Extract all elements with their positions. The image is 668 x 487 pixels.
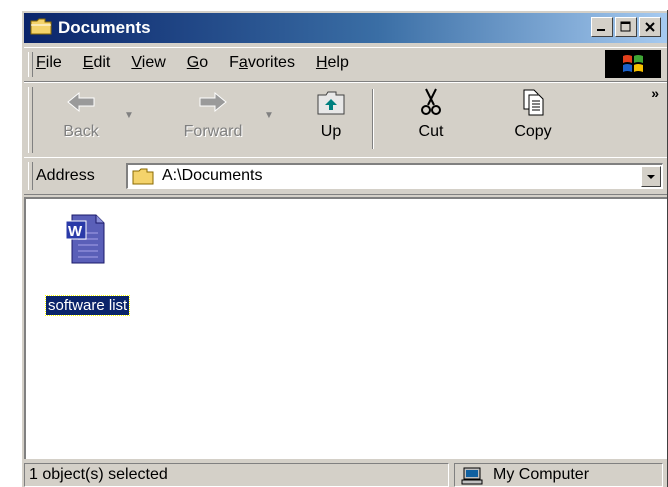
my-computer-icon <box>461 467 483 487</box>
up-label: Up <box>320 123 342 140</box>
file-list-view[interactable]: W software list <box>24 197 667 459</box>
address-folder-icon <box>132 167 154 189</box>
address-input[interactable]: A:\Documents <box>126 163 663 189</box>
toolbar-separator <box>372 89 374 149</box>
zone-label: My Computer <box>493 466 590 483</box>
forward-dropdown-icon[interactable]: ▼ <box>264 110 274 121</box>
address-value: A:\Documents <box>162 167 263 184</box>
forward-arrow-icon <box>199 91 227 113</box>
title-bar[interactable]: Documents <box>24 13 667 43</box>
minimize-icon <box>597 29 605 31</box>
maximize-button[interactable] <box>615 17 637 37</box>
svg-text:W: W <box>68 223 83 240</box>
cut-button[interactable]: Cut <box>411 87 451 141</box>
standard-toolbar: Back ▼ Forward ▼ Up Cut Copy » <box>24 82 667 158</box>
copy-label: Copy <box>514 123 552 140</box>
menu-file[interactable]: File <box>36 54 62 72</box>
status-zone: My Computer <box>454 463 663 487</box>
address-bar: Address A:\Documents <box>24 157 667 195</box>
toolbar-chevron-icon[interactable]: » <box>651 85 659 101</box>
back-arrow-icon <box>67 91 95 113</box>
word-document-icon[interactable]: W <box>64 211 108 271</box>
maximize-icon <box>620 21 631 32</box>
menu-help[interactable]: Help <box>316 54 349 72</box>
window-title: Documents <box>58 18 151 37</box>
minimize-button[interactable] <box>591 17 613 37</box>
status-text: 1 object(s) selected <box>24 463 449 487</box>
cut-label: Cut <box>418 123 444 140</box>
file-name-label[interactable]: software list <box>44 295 131 316</box>
menu-grip[interactable] <box>28 52 33 77</box>
close-button[interactable] <box>639 17 661 37</box>
up-folder-icon <box>317 91 345 115</box>
close-icon <box>645 22 655 32</box>
up-button[interactable]: Up <box>309 87 353 141</box>
menu-favorites[interactable]: Favorites <box>229 54 295 72</box>
menu-edit[interactable]: Edit <box>83 54 111 72</box>
forward-button[interactable]: Forward <box>178 87 248 141</box>
back-button[interactable]: Back <box>56 87 106 141</box>
menu-view[interactable]: View <box>131 54 165 72</box>
address-dropdown-button[interactable] <box>641 166 661 187</box>
folder-icon <box>30 17 52 39</box>
explorer-window: Documents File Edit View Go Favorites He… <box>20 9 667 487</box>
windows-logo-icon <box>605 50 661 78</box>
toolbar-grip[interactable] <box>28 87 33 153</box>
address-grip[interactable] <box>28 162 33 190</box>
copy-button[interactable]: Copy <box>510 87 556 141</box>
copy-icon <box>523 89 544 116</box>
status-bar: 1 object(s) selected My Computer <box>24 461 667 487</box>
menu-bar: File Edit View Go Favorites Help <box>24 47 667 82</box>
address-label: Address <box>36 167 95 184</box>
forward-label: Forward <box>183 123 243 140</box>
back-dropdown-icon[interactable]: ▼ <box>124 110 134 121</box>
menu-go[interactable]: Go <box>187 54 208 72</box>
back-label: Back <box>63 123 99 140</box>
chevron-down-icon <box>647 174 655 179</box>
scissors-icon <box>421 88 441 115</box>
